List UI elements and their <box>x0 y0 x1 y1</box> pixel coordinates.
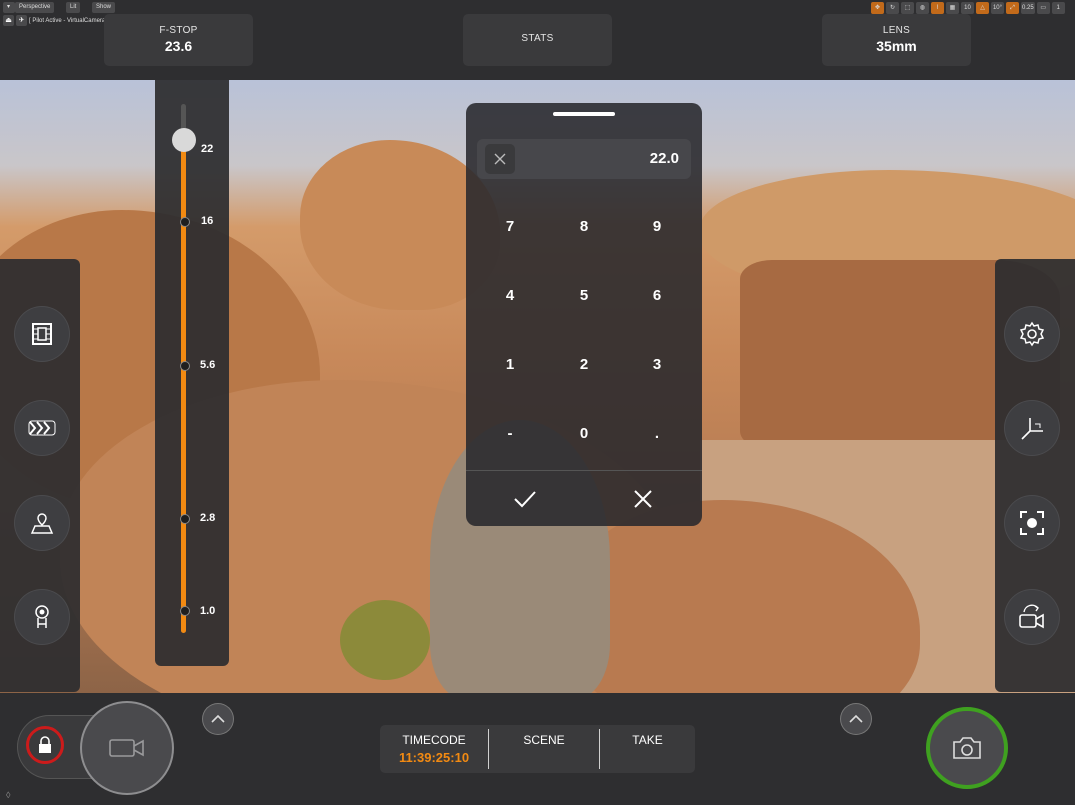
coordinate-space-icon[interactable]: ◍ <box>916 2 929 14</box>
grid-snap-icon[interactable]: ▦ <box>946 2 959 14</box>
angle-snap-value[interactable]: 10° <box>991 2 1004 14</box>
keypad-display[interactable]: 22.0 <box>477 139 691 179</box>
fstop-slider-panel <box>155 80 229 666</box>
timecode-value: 11:39:25:10 <box>398 750 470 765</box>
camera-switch-button[interactable] <box>1005 590 1059 644</box>
camera-icon <box>953 737 981 759</box>
slider-tick-label: 16 <box>201 215 214 227</box>
timecode-label: TIMECODE <box>402 733 466 747</box>
key-9[interactable]: 9 <box>627 206 687 246</box>
lens-button[interactable]: LENS 35mm <box>822 14 971 66</box>
eject-icon[interactable]: ⏏ <box>3 15 14 26</box>
chevron-up-icon <box>849 714 863 723</box>
viewport-show-button[interactable]: Show <box>92 2 116 13</box>
key-8[interactable]: 8 <box>554 206 614 246</box>
camera-speed-icon[interactable]: ▭ <box>1036 2 1050 14</box>
lock-button[interactable] <box>26 726 64 764</box>
film-strip-icon <box>32 323 52 345</box>
slider-fill <box>181 140 186 633</box>
slider-thumb[interactable] <box>172 128 196 152</box>
status-glyph: ◊ <box>6 790 11 800</box>
confirm-button[interactable] <box>496 481 554 517</box>
fstop-label: F-STOP <box>159 25 198 36</box>
grid-size-value[interactable]: 10 <box>961 2 974 14</box>
slider-tick-dot <box>180 217 190 227</box>
clear-button[interactable] <box>485 144 515 174</box>
close-icon <box>634 490 652 508</box>
scale-icon[interactable]: ⬚ <box>901 2 914 14</box>
key-decimal[interactable]: . <box>627 413 687 453</box>
take-label[interactable]: TAKE <box>600 733 695 747</box>
scene-label[interactable]: SCENE <box>489 733 599 747</box>
drag-handle[interactable] <box>553 112 615 116</box>
key-minus[interactable]: - <box>480 413 540 453</box>
clear-icon <box>494 153 506 165</box>
focus-button[interactable] <box>1005 496 1059 550</box>
location-pin-icon <box>30 513 54 534</box>
key-5[interactable]: 5 <box>554 275 614 315</box>
lens-value: 35mm <box>876 38 917 54</box>
surface-snap-icon[interactable]: ⌇ <box>931 2 944 14</box>
settings-button[interactable] <box>1005 307 1059 361</box>
slider-tick-dot <box>180 606 190 616</box>
screenshot-button[interactable] <box>926 707 1008 789</box>
tracking-button[interactable] <box>15 590 69 644</box>
key-6[interactable]: 6 <box>627 275 687 315</box>
rotate-icon[interactable]: ↻ <box>886 2 899 14</box>
video-camera-icon <box>109 739 144 757</box>
expand-right-button[interactable] <box>841 704 871 734</box>
slider-tick-dot <box>180 361 190 371</box>
key-7[interactable]: 7 <box>480 206 540 246</box>
fstop-value: 23.6 <box>164 38 193 54</box>
film-strip-button[interactable] <box>15 307 69 361</box>
shrub <box>340 600 430 680</box>
viewport-lit-button[interactable]: Lit <box>66 2 81 13</box>
timecode-panel: TIMECODE 11:39:25:10 SCENE TAKE <box>380 725 695 773</box>
scale-snap-value[interactable]: 0.25 <box>1021 2 1035 14</box>
slider-tick-label: 22 <box>201 143 214 155</box>
chevron-up-icon <box>211 714 225 723</box>
cancel-button[interactable] <box>614 481 672 517</box>
camera-speed-value[interactable]: 1 <box>1051 2 1065 14</box>
keypad-display-value: 22.0 <box>649 150 679 167</box>
key-2[interactable]: 2 <box>554 344 614 384</box>
stats-button[interactable]: STATS <box>463 14 612 66</box>
axis-gizmo-icon <box>1021 418 1043 440</box>
scale-snap-icon[interactable]: ⤢ <box>1006 2 1019 14</box>
stats-label: STATS <box>521 33 554 44</box>
slider-tick-label: 5.6 <box>200 359 216 371</box>
sequence-button[interactable] <box>15 401 69 455</box>
fstop-button[interactable]: F-STOP 23.6 <box>104 14 253 66</box>
check-icon <box>514 491 536 508</box>
top-toolbar: ▾ Perspective Lit Show ⏏ ✈ [ Pilot Activ… <box>0 0 1075 80</box>
axis-button[interactable] <box>1005 401 1059 455</box>
lens-label: LENS <box>882 25 911 36</box>
video-record-button[interactable] <box>82 703 172 793</box>
expand-left-button[interactable] <box>203 704 233 734</box>
chevrons-icon <box>28 420 56 436</box>
key-1[interactable]: 1 <box>480 344 540 384</box>
viewport-menu-button[interactable]: ▾ <box>3 2 15 13</box>
key-4[interactable]: 4 <box>480 275 540 315</box>
numeric-keypad-panel: 22.0 7 8 9 4 5 6 1 2 3 - 0 . <box>466 103 702 526</box>
key-3[interactable]: 3 <box>627 344 687 384</box>
angle-snap-icon[interactable]: △ <box>976 2 989 14</box>
focus-target-icon <box>1020 511 1044 535</box>
transform-icon[interactable]: ✥ <box>871 2 884 14</box>
location-button[interactable] <box>15 496 69 550</box>
key-0[interactable]: 0 <box>554 413 614 453</box>
tracking-icon <box>35 605 49 628</box>
pilot-icon[interactable]: ✈ <box>16 15 27 26</box>
settings-gear-icon <box>1019 321 1045 347</box>
slider-tick-label: 2.8 <box>200 512 216 524</box>
slider-tick-dot <box>180 514 190 524</box>
slider-tick-label: 1.0 <box>200 605 216 617</box>
keypad-divider <box>466 470 702 471</box>
viewport-perspective-button[interactable]: Perspective <box>15 2 55 13</box>
lock-icon <box>39 736 51 753</box>
camera-switch-icon <box>1019 604 1044 629</box>
